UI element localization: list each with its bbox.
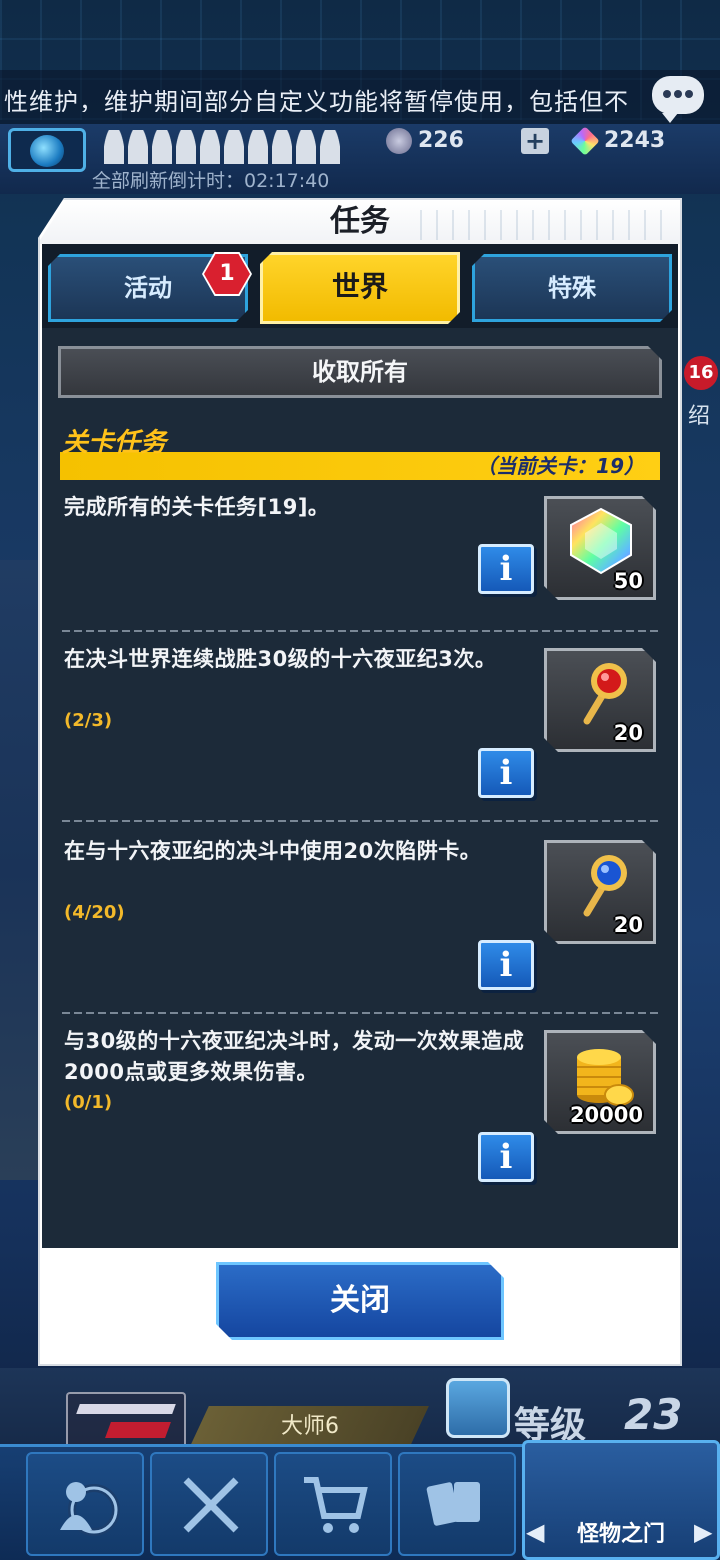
tab-special-label: 特殊 [548, 274, 596, 302]
mission-progress: (0/1) [64, 1092, 113, 1113]
currency-gem: 2243 [570, 126, 666, 158]
mission-text: 与30级的十六夜亚纪决斗时，发动一次效果造成2000点或更多效果伤害。 [64, 1029, 525, 1084]
gold-coins-icon [565, 1039, 637, 1111]
tab-special[interactable]: 特殊 [472, 254, 672, 322]
info-button[interactable]: i [478, 544, 534, 594]
reward-slot[interactable]: 20 [544, 648, 656, 752]
reward-quantity: 20000 [569, 1103, 643, 1127]
close-button[interactable]: 关闭 [216, 1262, 504, 1340]
nav-duelist[interactable] [26, 1452, 144, 1556]
add-currency-button[interactable]: + [521, 128, 549, 154]
reward-quantity: 20 [613, 913, 643, 937]
mission-text: 在决斗世界连续战胜30级的十六夜亚纪3次。 [64, 647, 497, 671]
mission-item: 在决斗世界连续战胜30级的十六夜亚纪3次。 (2/3) i 20 [60, 644, 660, 834]
reward-quantity: 50 [613, 569, 643, 593]
mission-divider [62, 1012, 658, 1014]
gem-small-icon [570, 126, 600, 156]
nav-shop[interactable] [274, 1452, 392, 1556]
info-button[interactable]: i [478, 748, 534, 798]
nav-cards[interactable] [398, 1452, 516, 1556]
mission-item: 与30级的十六夜亚纪决斗时，发动一次效果造成2000点或更多效果伤害。 (0/1… [60, 1026, 660, 1216]
mission-divider [62, 630, 658, 632]
cards-icon [426, 1482, 480, 1526]
reward-slot[interactable]: 20 [544, 840, 656, 944]
current-stage-label: （当前关卡：19） [476, 454, 644, 478]
game-logo [66, 1392, 186, 1450]
tab-world-label: 世界 [331, 270, 388, 303]
globe-icon [30, 135, 64, 167]
currency-gem-value: 2243 [604, 128, 666, 153]
player-slots [104, 130, 344, 166]
currency-orb: 226 [386, 128, 464, 158]
currency-orb-value: 226 [418, 128, 464, 153]
nav-monster-gate-label: 怪物之门 [576, 1522, 665, 1547]
reward-quantity: 20 [613, 721, 643, 745]
red-key-icon [565, 657, 637, 729]
blue-key-icon [565, 849, 637, 921]
info-button[interactable]: i [478, 1132, 534, 1182]
rank-label: 大师6 [281, 1414, 339, 1439]
orb-icon [386, 128, 412, 154]
refresh-countdown: 全部刷新倒计时：02:17:40 [92, 170, 330, 192]
gear-person-icon [60, 1482, 120, 1536]
side-label: 绍 [688, 404, 711, 429]
dialog-title: 任务 [330, 204, 390, 239]
shopping-cart-icon [304, 1477, 368, 1533]
reward-slot[interactable]: 50 [544, 496, 656, 600]
gem-icon [565, 505, 637, 577]
news-ticker-text: 性维护，维护期间部分自定义功能将暂停使用，包括但不 [4, 88, 629, 112]
nav-duel[interactable] [150, 1452, 268, 1556]
collect-all-button[interactable]: 收取所有 [58, 346, 662, 398]
mission-text: 完成所有的关卡任务[19]。 [64, 495, 330, 519]
mission-progress: (2/3) [64, 710, 113, 731]
city-background [0, 560, 40, 1180]
tab-world[interactable]: 世界 [260, 252, 460, 324]
mission-item: 在与十六夜亚纪的决斗中使用20次陷阱卡。 (4/20) i 20 [60, 836, 660, 1026]
side-badge: 16 [684, 356, 718, 390]
reward-slot[interactable]: 20000 [544, 1030, 656, 1134]
deck-icon[interactable] [446, 1378, 510, 1438]
chat-icon[interactable] [652, 76, 704, 123]
globe-button[interactable] [8, 128, 86, 172]
level-value: 23 [624, 1390, 683, 1439]
crossed-swords-icon [183, 1477, 239, 1533]
mission-divider [62, 820, 658, 822]
mission-text: 在与十六夜亚纪的决斗中使用20次陷阱卡。 [64, 839, 482, 863]
mission-progress: (4/20) [64, 902, 125, 923]
info-button[interactable]: i [478, 940, 534, 990]
